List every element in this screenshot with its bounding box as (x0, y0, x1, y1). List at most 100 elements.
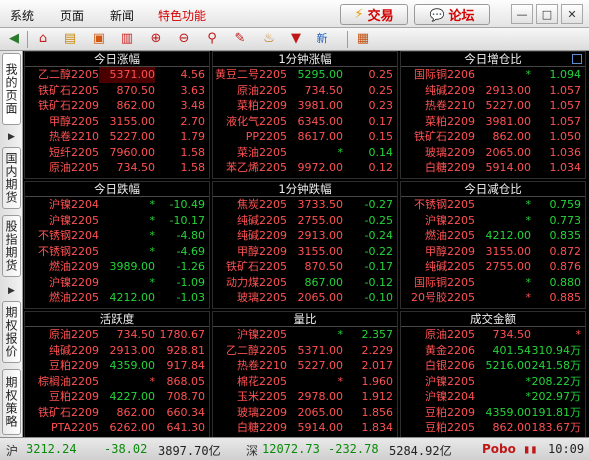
table-row[interactable]: 不锈钢2205 * -4.69 (25, 244, 209, 260)
filter-icon[interactable]: ▼ (288, 31, 304, 47)
panel-turnover[interactable]: 成交金额 原油2205 734.50 * 黄金2206 401.54 310.94万 白银22… (400, 311, 586, 439)
table-row[interactable]: 铁矿石2209 862.00 3.48 (25, 98, 209, 114)
table-row[interactable]: 菜油2205 * 0.14 (213, 145, 397, 161)
table-row[interactable]: 沪镍2209 * -1.09 (25, 275, 209, 291)
table-row[interactable]: 棉花2205 * 1.960 (213, 374, 397, 390)
table-row[interactable]: 豆粕2205 862.00 183.67万 (401, 420, 585, 436)
tab-my-pages[interactable]: 我的页面 (2, 53, 21, 125)
zoom-out-icon[interactable]: ⊖ (176, 31, 192, 47)
table-row[interactable]: 国际铜2206 * 1.094 (401, 67, 585, 83)
forum-button[interactable]: 💬 论坛 (414, 4, 490, 25)
table-row[interactable]: 铁矿石2209 862.00 660.34 (25, 405, 209, 421)
table-row[interactable]: 纯碱2205 2755.00 0.876 (401, 259, 585, 275)
table-row[interactable]: 沪镍2204 * -10.49 (25, 197, 209, 213)
table-row[interactable]: 白银2206 5216.00 241.58万 (401, 358, 585, 374)
table-row[interactable]: 乙二醇2205 5371.00 2.229 (213, 343, 397, 359)
panel-activity[interactable]: 活跃度 原油2205 734.50 1780.67 纯碱2209 2913.00 928.8… (24, 311, 210, 439)
table-row[interactable]: 焦炭2205 3733.50 -0.27 (213, 197, 397, 213)
table-row[interactable]: 甲醇2209 3155.00 -0.22 (213, 244, 397, 260)
table-row[interactable]: 热卷2210 5227.00 1.79 (25, 129, 209, 145)
table-row[interactable]: 动力煤2205 867.00 -0.12 (213, 275, 397, 291)
menu-system[interactable]: 系统 (10, 7, 34, 24)
table-row[interactable]: 纯碱2209 2913.00 -0.24 (213, 228, 397, 244)
panel-today-gainers[interactable]: 今日涨幅 乙二醇2205 5371.00 4.56 铁矿石2205 870.50 3.63 铁… (24, 51, 210, 179)
back-icon[interactable]: ◀ (6, 31, 22, 47)
indicator-icon[interactable]: ⚲ (204, 31, 220, 47)
table-row[interactable]: 原油2205 734.50 1780.67 (25, 327, 209, 343)
table-row[interactable]: 豆粕2209 4359.00 191.81万 (401, 405, 585, 421)
table-row[interactable]: 国际铜2205 * 0.880 (401, 275, 585, 291)
table-row[interactable]: 棕榈油2205 * 868.05 (25, 374, 209, 390)
panel-today-oi-decrease[interactable]: 今日减仓比 不锈钢2205 * 0.759 沪镍2205 * 0.773 燃油2205 4212… (400, 181, 586, 309)
table-row[interactable]: 沪镍2205 * -10.17 (25, 213, 209, 229)
table-row[interactable]: 玻璃2205 2065.00 -0.10 (213, 290, 397, 306)
draw-line-icon[interactable]: ✎ (232, 31, 248, 47)
table-row[interactable]: 热卷2210 5227.00 1.057 (401, 98, 585, 114)
alert-bell-icon[interactable]: ♨ (261, 31, 277, 47)
home-icon[interactable]: ⌂ (35, 31, 51, 47)
panel-volume-ratio[interactable]: 量比 沪镍2205 * 2.357 乙二醇2205 5371.00 2.229 热卷2210 5… (212, 311, 398, 439)
table-row[interactable]: 不锈钢2204 * -4.80 (25, 228, 209, 244)
table-row[interactable]: 玻璃2209 2065.00 1.036 (401, 145, 585, 161)
table-row[interactable]: 纯碱2205 2755.00 -0.25 (213, 213, 397, 229)
table-row[interactable]: 燃油2205 4212.00 -1.03 (25, 290, 209, 306)
futures-icon[interactable]: ▣ (91, 31, 107, 47)
table-row[interactable]: 菜粕2209 3981.00 1.057 (401, 114, 585, 130)
menu-special-features[interactable]: 特色功能 (158, 7, 206, 24)
table-row[interactable]: PTA2205 6262.00 641.30 (25, 420, 209, 436)
close-button[interactable]: ✕ (561, 4, 583, 24)
tab-domestic-futures[interactable]: 国内期货 (2, 147, 21, 209)
table-row[interactable]: 20号胶2205 * 0.885 (401, 290, 585, 306)
panel-settings-icon[interactable] (572, 54, 582, 64)
tab-index-futures[interactable]: 股指期货 (2, 215, 21, 277)
table-row[interactable]: 白糖2209 5914.00 1.834 (213, 420, 397, 436)
table-row[interactable]: 沪镍2205 * 2.357 (213, 327, 397, 343)
table-row[interactable]: 沪镍2204 * 202.97万 (401, 389, 585, 405)
table-row[interactable]: 白糖2209 5914.00 1.034 (401, 160, 585, 176)
table-row[interactable]: 菜粕2209 3981.00 0.23 (213, 98, 397, 114)
menu-pages[interactable]: 页面 (60, 7, 84, 24)
tab-arrow-icon[interactable]: ▶ (4, 283, 19, 298)
table-row[interactable]: 玻璃2209 2065.00 1.856 (213, 405, 397, 421)
table-row[interactable]: 纯碱2209 2913.00 928.81 (25, 343, 209, 359)
panel-today-losers[interactable]: 今日跌幅 沪镍2204 * -10.49 沪镍2205 * -10.17 不锈钢2204 * -4… (24, 181, 210, 309)
table-row[interactable]: 豆粕2209 4359.00 917.84 (25, 358, 209, 374)
table-row[interactable]: 铁矿石2209 862.00 1.050 (401, 129, 585, 145)
table-row[interactable]: PP2205 8617.00 0.15 (213, 129, 397, 145)
table-row[interactable]: 沪镍2205 * 0.773 (401, 213, 585, 229)
new-icon[interactable]: 新 (314, 31, 330, 47)
tab-arrow-icon[interactable]: ▶ (4, 129, 19, 144)
trade-button[interactable]: ⚡ 交易 (340, 4, 408, 25)
quote-list-icon[interactable]: ▤ (62, 31, 78, 47)
table-row[interactable]: 纯碱2209 2913.00 1.057 (401, 83, 585, 99)
table-row[interactable]: 原油2205 734.50 1.58 (25, 160, 209, 176)
tab-option-quotes[interactable]: 期权报价 (2, 301, 21, 363)
layout-icon[interactable]: ▦ (355, 31, 371, 47)
table-row[interactable]: 原油2205 734.50 0.25 (213, 83, 397, 99)
menu-news[interactable]: 新闻 (110, 7, 134, 24)
minimize-button[interactable]: — (511, 4, 533, 24)
table-row[interactable]: 液化气2205 6345.00 0.17 (213, 114, 397, 130)
table-row[interactable]: 黄金2206 401.54 310.94万 (401, 343, 585, 359)
panel-1min-gainers[interactable]: 1分钟涨幅 黄豆二号2205 5295.00 0.25 原油2205 734.50 0.25… (212, 51, 398, 179)
table-row[interactable]: 不锈钢2205 * 0.759 (401, 197, 585, 213)
table-row[interactable]: 黄豆二号2205 5295.00 0.25 (213, 67, 397, 83)
table-row[interactable]: 甲醇2209 3155.00 0.872 (401, 244, 585, 260)
table-row[interactable]: 原油2205 734.50 * (401, 327, 585, 343)
table-row[interactable]: 苯乙烯2205 9972.00 0.12 (213, 160, 397, 176)
panel-1min-losers[interactable]: 1分钟跌幅 焦炭2205 3733.50 -0.27 纯碱2205 2755.00 -0.2… (212, 181, 398, 309)
table-row[interactable]: 燃油2205 4212.00 0.835 (401, 228, 585, 244)
table-row[interactable]: 铁矿石2205 870.50 -0.17 (213, 259, 397, 275)
maximize-button[interactable]: □ (536, 4, 558, 24)
table-row[interactable]: 燃油2209 3989.00 -1.26 (25, 259, 209, 275)
tab-option-strategy[interactable]: 期权策略 (2, 369, 21, 435)
zoom-in-icon[interactable]: ⊕ (148, 31, 164, 47)
table-row[interactable]: 甲醇2205 3155.00 2.70 (25, 114, 209, 130)
table-row[interactable]: 热卷2210 5227.00 2.017 (213, 358, 397, 374)
kline-chart-icon[interactable]: ▥ (119, 31, 135, 47)
table-row[interactable]: 铁矿石2205 870.50 3.63 (25, 83, 209, 99)
table-row[interactable]: 沪镍2205 * 208.22万 (401, 374, 585, 390)
panel-today-oi-increase[interactable]: 今日增仓比 国际铜2206 * 1.094 纯碱2209 2913.00 1.057 热卷22… (400, 51, 586, 179)
table-row[interactable]: 豆粕2209 4227.00 708.70 (25, 389, 209, 405)
table-row[interactable]: 乙二醇2205 5371.00 4.56 (25, 67, 209, 83)
